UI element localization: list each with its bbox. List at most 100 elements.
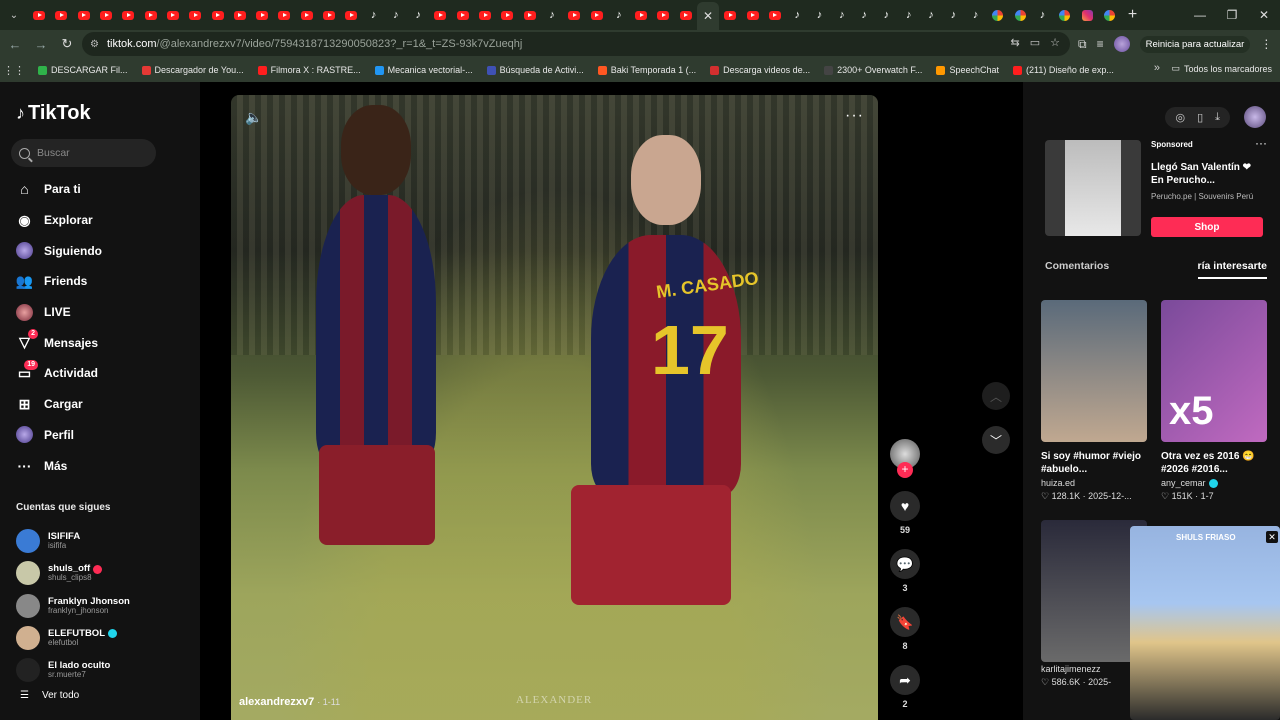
tab-search-icon[interactable]: ⌄ (0, 0, 28, 30)
browser-tab[interactable]: ♪ (964, 3, 986, 27)
bookmark-item[interactable]: Descargador de You... (141, 65, 244, 75)
browser-tab[interactable]: ♪ (875, 3, 897, 27)
extensions-icon[interactable]: ⧉ (1078, 37, 1087, 52)
tab-recommended[interactable]: ría interesarte (1197, 260, 1267, 279)
browser-tab[interactable] (73, 3, 95, 27)
bookmark-star-icon[interactable]: ☆ (1050, 36, 1060, 49)
search-input[interactable] (37, 147, 137, 159)
browser-tab[interactable]: ♪ (786, 3, 808, 27)
all-bookmarks[interactable]: ▭ Todos los marcadores (1171, 63, 1272, 74)
tab-comments[interactable]: Comentarios (1045, 260, 1109, 279)
site-info-icon[interactable]: ⚙ (90, 39, 99, 50)
bookmark-item[interactable]: 2300+ Overwatch F... (824, 65, 922, 75)
shop-button[interactable]: Shop (1151, 217, 1263, 237)
browser-tab[interactable] (117, 3, 139, 27)
browser-tab[interactable] (273, 3, 295, 27)
like-heart-icon[interactable]: ♥ (890, 491, 920, 521)
bookmark-item[interactable]: SpeechChat (936, 65, 999, 75)
browser-tab[interactable] (340, 3, 362, 27)
media-icon[interactable]: ≡ (1097, 37, 1104, 51)
tiktok-logo[interactable]: ♪ TikTok (16, 102, 91, 125)
video-thumbnail[interactable]: x5 (1161, 300, 1267, 442)
browser-tab[interactable] (28, 3, 50, 27)
nav-item-explorar[interactable]: ◉ Explorar (16, 205, 196, 236)
bookmark-item[interactable]: Descarga videos de... (710, 65, 810, 75)
browser-tab[interactable]: ♪ (385, 3, 407, 27)
following-item[interactable]: El lado oculto sr.muerte7 (16, 654, 196, 686)
new-tab-button[interactable]: + (1121, 6, 1145, 24)
bookmark-item[interactable]: (211) Diseño de exp... (1012, 65, 1114, 75)
ad-more-icon[interactable]: ··· (1255, 136, 1267, 150)
browser-tab[interactable] (452, 3, 474, 27)
browser-tab[interactable]: ♪ (853, 3, 875, 27)
video-player[interactable]: M. CASADO 17 🔈 ··· alexandrezxv7 · 1-11 … (231, 95, 878, 720)
bookmarks-overflow-icon[interactable]: » (1154, 62, 1160, 74)
browser-tab[interactable] (742, 3, 764, 27)
browser-tab[interactable]: ✕ (696, 2, 720, 30)
creator-avatar[interactable]: + (890, 439, 920, 478)
nav-item-actividad[interactable]: ▭ 19 Actividad (16, 358, 196, 389)
nav-item-cargar[interactable]: ⊞ Cargar (16, 389, 196, 420)
browser-tab[interactable] (429, 3, 451, 27)
browser-tab[interactable] (251, 3, 273, 27)
device-icon[interactable]: ▯ (1197, 111, 1203, 124)
ad-title[interactable]: Llegó San Valentín ❤ En Perucho... (1151, 161, 1265, 187)
browser-menu-icon[interactable]: ⋮ (1260, 37, 1272, 51)
browser-tab[interactable] (719, 3, 741, 27)
browser-tab[interactable]: ♪ (920, 3, 942, 27)
update-button[interactable]: Reinicia para actualizar (1139, 35, 1251, 53)
browser-tab[interactable] (229, 3, 251, 27)
minimize-icon[interactable]: — (1184, 0, 1216, 30)
forward-icon[interactable]: → (28, 37, 54, 52)
browser-tab[interactable] (95, 3, 117, 27)
translate-icon[interactable]: ⇆ (1011, 36, 1020, 49)
comment-icon[interactable]: 💬 (890, 549, 920, 579)
nav-item-para-ti[interactable]: ⌂ Para ti (16, 174, 196, 205)
restore-icon[interactable]: ❐ (1216, 0, 1248, 30)
following-item[interactable]: ELEFUTBOL elefutbol (16, 622, 196, 654)
browser-tab[interactable] (1098, 3, 1120, 27)
nav-item-siguiendo[interactable]: Siguiendo (16, 235, 196, 266)
profile-avatar[interactable] (1113, 36, 1130, 52)
browser-tab[interactable]: ♪ (407, 3, 429, 27)
recommended-card[interactable]: Si soy #humor #viejo #abuelo... huiza.ed ♡… (1041, 300, 1147, 502)
user-avatar[interactable] (1244, 106, 1266, 128)
download-icon[interactable]: ⤓ (1215, 111, 1220, 124)
browser-tab[interactable] (563, 3, 585, 27)
volume-icon[interactable]: 🔈 (245, 109, 262, 126)
nav-item-mensajes[interactable]: ▽ 2 Mensajes (16, 327, 196, 358)
cast-icon[interactable]: ▭ (1030, 36, 1040, 49)
chevron-down-icon[interactable]: ﹀ (982, 426, 1010, 454)
bookmark-item[interactable]: Mecanica vectorial-... (374, 65, 473, 75)
browser-tab[interactable] (50, 3, 72, 27)
nav-item-friends[interactable]: 👥 Friends (16, 266, 196, 297)
video-thumbnail[interactable] (1041, 300, 1147, 442)
browser-tab[interactable] (318, 3, 340, 27)
nav-item-perfil[interactable]: Perfil (16, 420, 196, 451)
nav-item-live[interactable]: LIVE (16, 297, 196, 328)
overlay-widget[interactable] (1130, 526, 1280, 720)
browser-tab[interactable]: ♪ (608, 3, 630, 27)
bookmark-item[interactable]: Filmora X : RASTRE... (257, 65, 361, 75)
browser-tab[interactable] (474, 3, 496, 27)
browser-tab[interactable] (1076, 3, 1098, 27)
recommended-card[interactable]: x5 Otra vez es 2016 😁 #2026 #2016... any_c… (1161, 300, 1267, 502)
follow-plus-icon[interactable]: + (897, 462, 913, 478)
browser-tab[interactable]: ♪ (831, 3, 853, 27)
compass-small-icon[interactable]: ◎ (1175, 111, 1185, 124)
browser-tab[interactable] (630, 3, 652, 27)
browser-tab[interactable]: ♪ (808, 3, 830, 27)
bookmark-item[interactable]: Baki Temporada 1 (... (597, 65, 696, 75)
bookmark-item[interactable]: Búsqueda de Activi... (486, 65, 584, 75)
browser-tab[interactable]: ♪ (898, 3, 920, 27)
apps-grid-icon[interactable]: ⋮⋮ (0, 64, 28, 77)
video-author[interactable]: alexandrezxv7 · 1-11 (239, 696, 340, 708)
browser-tab[interactable] (296, 3, 318, 27)
browser-tab[interactable] (585, 3, 607, 27)
close-window-icon[interactable]: ✕ (1248, 0, 1280, 30)
browser-tab[interactable]: ♪ (942, 3, 964, 27)
chevron-up-icon[interactable]: ︿ (982, 382, 1010, 410)
browser-tab[interactable] (496, 3, 518, 27)
browser-tab[interactable] (519, 3, 541, 27)
see-all-button[interactable]: ☰ Ver todo (20, 690, 79, 701)
